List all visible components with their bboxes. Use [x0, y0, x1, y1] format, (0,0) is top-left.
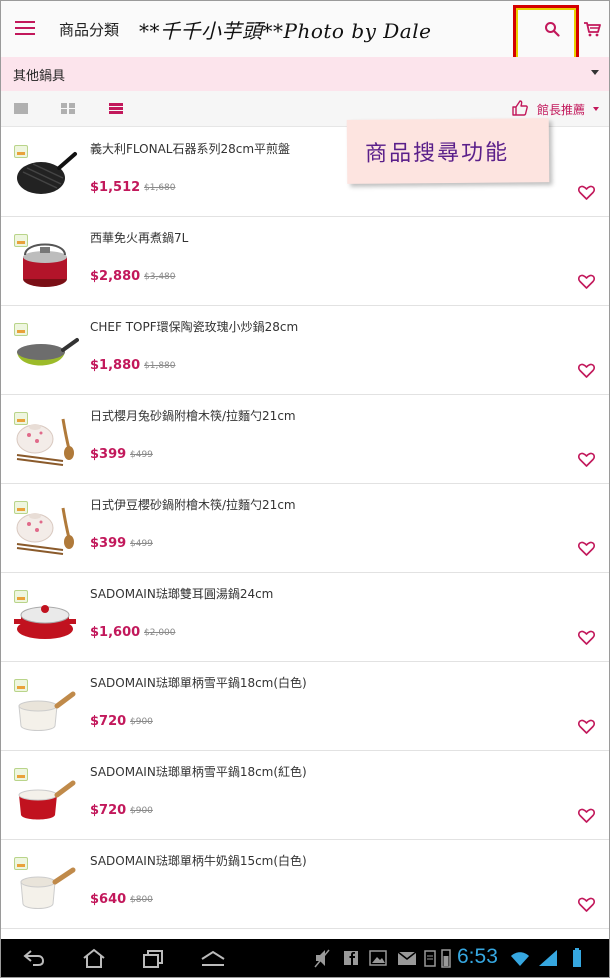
- thumbs-up-icon: [512, 100, 528, 116]
- caret-down-icon: [593, 107, 599, 111]
- favorite-heart-icon[interactable]: [578, 808, 595, 823]
- store-badge-icon: [14, 857, 28, 870]
- product-original-price: $1,680: [144, 183, 176, 193]
- product-name[interactable]: 日式伊豆櫻砂鍋附檜木筷/拉麵勺21cm: [90, 496, 296, 513]
- product-name[interactable]: SADOMAIN琺瑯單柄雪平鍋18cm(紅色): [90, 763, 307, 780]
- favorite-heart-icon[interactable]: [578, 897, 595, 912]
- cart-icon[interactable]: [583, 20, 601, 38]
- single-view-icon[interactable]: [14, 103, 28, 114]
- product-row[interactable]: 日式櫻月兔砂鍋附檜木筷/拉麵勺21cm $399 $499: [1, 395, 609, 484]
- favorite-heart-icon[interactable]: [578, 363, 595, 378]
- store-badge-icon: [14, 679, 28, 692]
- product-original-price: $499: [130, 539, 153, 549]
- favorite-heart-icon[interactable]: [578, 274, 595, 289]
- product-row[interactable]: SADOMAIN琺瑯單柄牛奶鍋15cm(白色) $640 $800: [1, 840, 609, 929]
- product-price: $720: [90, 714, 127, 729]
- product-original-price: $2,000: [144, 628, 176, 638]
- product-row[interactable]: SADOMAIN琺瑯單柄雪平鍋18cm(白色) $720 $900: [1, 662, 609, 751]
- signal-icon: [539, 950, 557, 966]
- battery-icon: [441, 949, 451, 968]
- product-price: $640: [90, 892, 127, 907]
- image-icon: [369, 950, 387, 966]
- product-price: $2,880: [90, 269, 141, 284]
- page-title: 商品分類: [59, 21, 120, 39]
- sort-label: 館長推薦: [537, 103, 586, 117]
- battery-status-icon: [573, 948, 581, 967]
- favorite-heart-icon[interactable]: [578, 452, 595, 467]
- product-name[interactable]: 西華免火再煮鍋7L: [90, 229, 188, 246]
- menu-icon[interactable]: [15, 21, 35, 37]
- product-row[interactable]: 西華免火再煮鍋7L $2,880 $3,480: [1, 217, 609, 306]
- product-name[interactable]: SADOMAIN琺瑯雙耳圓湯鍋24cm: [90, 585, 273, 602]
- system-nav-bar: 6:53: [1, 939, 609, 977]
- product-name[interactable]: SADOMAIN琺瑯單柄雪平鍋18cm(白色): [90, 674, 307, 691]
- wifi-icon: [511, 952, 529, 966]
- product-original-price: $800: [130, 895, 153, 905]
- mail-icon: [397, 951, 417, 965]
- annotation-callout: 商品搜尋功能: [346, 118, 550, 184]
- product-price: $1,600: [90, 625, 141, 640]
- back-icon[interactable]: [21, 947, 47, 969]
- product-name[interactable]: SADOMAIN琺瑯單柄牛奶鍋15cm(白色): [90, 852, 307, 869]
- product-price: $720: [90, 803, 127, 818]
- product-price: $399: [90, 447, 127, 462]
- product-name[interactable]: 日式櫻月兔砂鍋附檜木筷/拉麵勺21cm: [90, 407, 296, 424]
- grid-view-icon[interactable]: [61, 103, 75, 114]
- menu-up-icon[interactable]: [199, 947, 227, 969]
- product-name[interactable]: CHEF TOPF環保陶瓷玫瑰小炒鍋28cm: [90, 318, 298, 335]
- status-clock: 6:53: [457, 945, 498, 968]
- product-row[interactable]: SADOMAIN琺瑯雙耳圓湯鍋24cm $1,600 $2,000: [1, 573, 609, 662]
- mute-icon: [314, 949, 330, 968]
- product-price: $1,512: [90, 180, 141, 195]
- chevron-down-icon: [591, 70, 599, 75]
- product-name[interactable]: 義大利FLONAL石器系列28cm平煎盤: [90, 140, 290, 157]
- callout-text: 商品搜尋功能: [364, 140, 510, 167]
- store-badge-icon: [14, 234, 28, 247]
- store-badge-icon: [14, 145, 28, 158]
- product-original-price: $900: [130, 717, 153, 727]
- clipboard-icon: [424, 950, 436, 967]
- favorite-heart-icon[interactable]: [578, 541, 595, 556]
- store-badge-icon: [14, 501, 28, 514]
- favorite-heart-icon[interactable]: [578, 719, 595, 734]
- product-price: $399: [90, 536, 127, 551]
- store-badge-icon: [14, 590, 28, 603]
- product-list: 義大利FLONAL石器系列28cm平煎盤 $1,512 $1,680 西華免火再煮鍋7…: [1, 128, 609, 929]
- recent-apps-icon[interactable]: [141, 947, 167, 969]
- product-original-price: $900: [130, 806, 153, 816]
- product-row[interactable]: SADOMAIN琺瑯單柄雪平鍋18cm(紅色) $720 $900: [1, 751, 609, 840]
- photo-watermark: **千千小芋頭**Photo by Dale: [139, 19, 432, 43]
- favorite-heart-icon[interactable]: [578, 185, 595, 200]
- product-original-price: $3,480: [144, 272, 176, 282]
- store-badge-icon: [14, 768, 28, 781]
- favorite-heart-icon[interactable]: [578, 630, 595, 645]
- product-row[interactable]: CHEF TOPF環保陶瓷玫瑰小炒鍋28cm $1,880 $1,880: [1, 306, 609, 395]
- home-icon[interactable]: [81, 947, 107, 969]
- category-dropdown[interactable]: 其他鍋具: [1, 57, 609, 91]
- product-original-price: $499: [130, 450, 153, 460]
- category-selected: 其他鍋具: [13, 69, 66, 84]
- product-original-price: $1,880: [144, 361, 176, 371]
- product-row[interactable]: 日式伊豆櫻砂鍋附檜木筷/拉麵勺21cm $399 $499: [1, 484, 609, 573]
- list-view-icon[interactable]: [109, 103, 123, 114]
- store-badge-icon: [14, 412, 28, 425]
- store-badge-icon: [14, 323, 28, 336]
- facebook-icon: [344, 951, 358, 965]
- product-price: $1,880: [90, 358, 141, 373]
